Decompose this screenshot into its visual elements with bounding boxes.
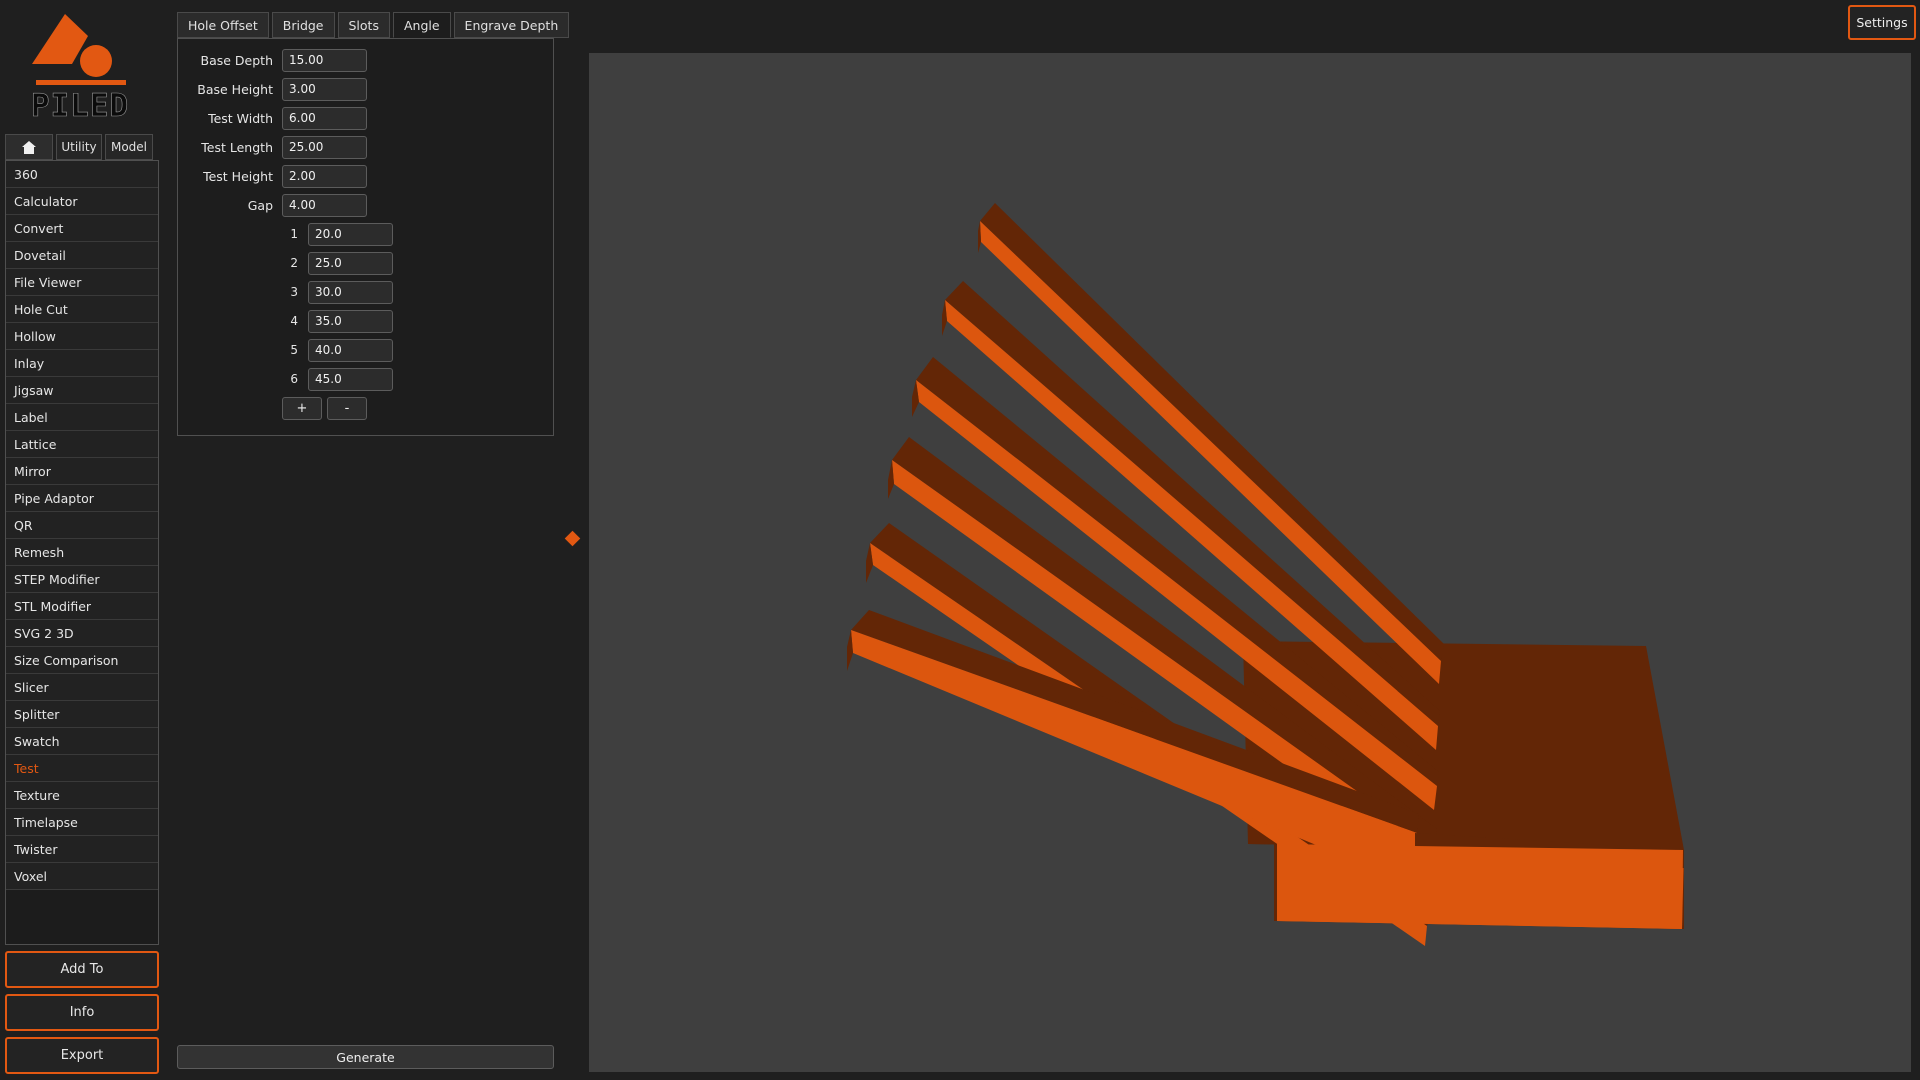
tool-item-slicer[interactable]: Slicer — [6, 674, 158, 701]
tool-item-step-modifier[interactable]: STEP Modifier — [6, 566, 158, 593]
angle-input[interactable]: 25.0 — [308, 252, 393, 275]
field-input-test-height[interactable]: 2.00 — [282, 165, 367, 188]
angle-input[interactable]: 45.0 — [308, 368, 393, 391]
tab-model[interactable]: Model — [105, 134, 153, 160]
category-tabs: Utility Model — [5, 134, 156, 160]
parameter-panel: + - Base Depth 15.00 Base Height 3.00 Test W… — [177, 38, 554, 436]
tab-hole-offset[interactable]: Hole Offset — [177, 12, 269, 38]
tool-item-dovetail[interactable]: Dovetail — [6, 242, 158, 269]
field-label-test-height: Test Height — [203, 169, 273, 184]
tool-item-size-comparison[interactable]: Size Comparison — [6, 647, 158, 674]
field-input-base-height[interactable]: 3.00 — [282, 78, 367, 101]
settings-tabs: Hole Offset Bridge Slots Angle Engrave Depth — [177, 12, 572, 38]
tool-item-hollow[interactable]: Hollow — [6, 323, 158, 350]
tool-item-timelapse[interactable]: Timelapse — [6, 809, 158, 836]
tool-item-splitter[interactable]: Splitter — [6, 701, 158, 728]
angle-index-label: 4 — [290, 314, 298, 328]
angle-index-label: 5 — [290, 343, 298, 357]
logo-text: PILED — [32, 88, 129, 120]
3d-viewport[interactable] — [589, 53, 1911, 1072]
field-label-gap: Gap — [247, 198, 273, 213]
angle-index-label: 1 — [290, 227, 298, 241]
angle-index-label: 3 — [290, 285, 298, 299]
splitter-handle[interactable] — [564, 530, 581, 547]
field-label-test-width: Test Width — [208, 111, 273, 126]
field-label-test-length: Test Length — [201, 140, 273, 155]
field-input-test-length[interactable]: 25.00 — [282, 136, 367, 159]
tool-item-calculator[interactable]: Calculator — [6, 188, 158, 215]
tool-item-convert[interactable]: Convert — [6, 215, 158, 242]
add-angle-button[interactable]: + — [282, 397, 322, 420]
tool-item-swatch[interactable]: Swatch — [6, 728, 158, 755]
field-label-base-depth: Base Depth — [200, 53, 274, 68]
tool-item-texture[interactable]: Texture — [6, 782, 158, 809]
home-icon — [22, 140, 36, 154]
tab-engrave-depth[interactable]: Engrave Depth — [453, 12, 570, 38]
field-input-test-width[interactable]: 6.00 — [282, 107, 367, 130]
tool-item-svg-2-3d[interactable]: SVG 2 3D — [6, 620, 158, 647]
tab-angle[interactable]: Angle — [392, 12, 451, 38]
tool-item-stl-modifier[interactable]: STL Modifier — [6, 593, 158, 620]
field-input-gap[interactable]: 4.00 — [282, 194, 367, 217]
tool-item-inlay[interactable]: Inlay — [6, 350, 158, 377]
angle-input[interactable]: 20.0 — [308, 223, 393, 246]
export-button[interactable]: Export — [5, 1037, 159, 1074]
tool-item-remesh[interactable]: Remesh — [6, 539, 158, 566]
tool-item-file-viewer[interactable]: File Viewer — [6, 269, 158, 296]
tool-item-360[interactable]: 360 — [6, 161, 158, 188]
tool-item-mirror[interactable]: Mirror — [6, 458, 158, 485]
tool-item-pipe-adaptor[interactable]: Pipe Adaptor — [6, 485, 158, 512]
tool-item-lattice[interactable]: Lattice — [6, 431, 158, 458]
tool-item-label[interactable]: Label — [6, 404, 158, 431]
tab-home[interactable] — [5, 134, 53, 160]
angle-input[interactable]: 30.0 — [308, 281, 393, 304]
tool-item-jigsaw[interactable]: Jigsaw — [6, 377, 158, 404]
tool-item-qr[interactable]: QR — [6, 512, 158, 539]
tool-list: 360 Calculator Convert Dovetail File Viewer H… — [5, 160, 159, 945]
field-label-base-height: Base Height — [197, 82, 273, 97]
settings-button[interactable]: Settings — [1848, 5, 1916, 40]
angle-index-label: 6 — [290, 372, 298, 386]
piled-logo: PILED — [32, 14, 129, 120]
model-render — [847, 203, 1684, 946]
tool-item-voxel[interactable]: Voxel — [6, 863, 158, 890]
tool-item-hole-cut[interactable]: Hole Cut — [6, 296, 158, 323]
generate-button[interactable]: Generate — [177, 1045, 554, 1069]
angle-input[interactable]: 40.0 — [308, 339, 393, 362]
field-input-base-depth[interactable]: 15.00 — [282, 49, 367, 72]
angle-input[interactable]: 35.0 — [308, 310, 393, 333]
tool-item-test[interactable]: Test — [6, 755, 158, 782]
tool-item-twister[interactable]: Twister — [6, 836, 158, 863]
remove-angle-button[interactable]: - — [327, 397, 367, 420]
tab-bridge[interactable]: Bridge — [271, 12, 335, 38]
add-to-button[interactable]: Add To — [5, 951, 159, 988]
angle-index-label: 2 — [290, 256, 298, 270]
tab-slots[interactable]: Slots — [337, 12, 390, 38]
tab-utility[interactable]: Utility — [56, 134, 102, 160]
info-button[interactable]: Info — [5, 994, 159, 1031]
